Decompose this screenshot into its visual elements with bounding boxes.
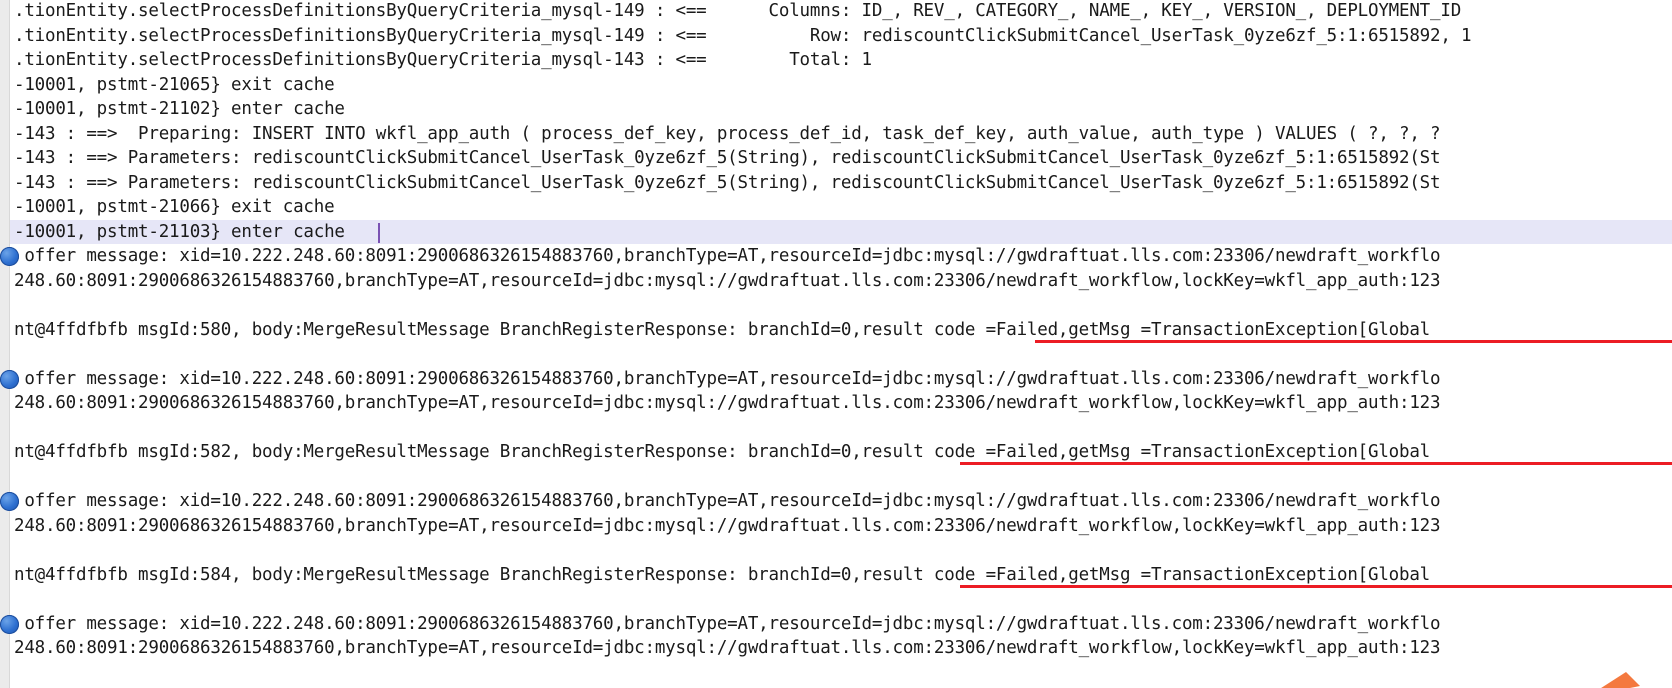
annotation-underline — [960, 584, 1672, 588]
log-line[interactable]: -143 : ==> Parameters: rediscountClickSu… — [0, 146, 1441, 171]
log-line-text: offer message: xid=10.222.248.60:8091:29… — [14, 491, 1441, 511]
log-line[interactable]: .tionEntity.selectProcessDefinitionsByQu… — [0, 48, 872, 73]
log-line-text: offer message: xid=10.222.248.60:8091:29… — [14, 368, 1441, 389]
log-line[interactable]: nt@4ffdfbfb msgId:582, body:MergeResultM… — [0, 440, 1430, 465]
log-line[interactable]: offer message: xid=10.222.248.60:8091:29… — [0, 244, 1440, 269]
log-line[interactable]: -10001, pstmt-21065} exit cache — [0, 73, 335, 98]
log-line[interactable]: 248.60:8091:2900686326154883760,branchTy… — [0, 514, 1441, 539]
log-line[interactable]: 248.60:8091:2900686326154883760,branchTy… — [0, 269, 1441, 294]
log-line-text: 248.60:8091:2900686326154883760,branchTy… — [14, 515, 1441, 536]
log-line[interactable]: 248.60:8091:2900686326154883760,branchTy… — [0, 391, 1441, 416]
log-line[interactable]: -10001, pstmt-21102} enter cache — [0, 97, 345, 122]
log-line-text: nt@4ffdfbfb msgId:584, body:MergeResultM… — [14, 564, 1431, 585]
breakpoint-dot-icon[interactable] — [0, 492, 19, 511]
annotation-underline — [1035, 339, 1672, 343]
log-line-text: 248.60:8091:2900686326154883760,branchTy… — [14, 393, 1441, 413]
log-line[interactable]: offer message: xid=10.222.248.60:8091:29… — [0, 489, 1440, 514]
log-line[interactable]: .tionEntity.selectProcessDefinitionsByQu… — [0, 0, 1461, 24]
log-line-text: offer message: xid=10.222.248.60:8091:29… — [14, 613, 1441, 634]
log-line[interactable]: 248.60:8091:2900686326154883760,branchTy… — [0, 636, 1441, 661]
log-line-text: offer message: xid=10.222.248.60:8091:29… — [14, 246, 1441, 266]
log-line-text: -143 : ==> Parameters: rediscountClickSu… — [14, 148, 1441, 168]
log-line-text: -10001, pstmt-21102} enter cache — [14, 99, 345, 119]
breakpoint-dot-icon[interactable] — [0, 614, 19, 634]
log-line-text: 248.60:8091:2900686326154883760,branchTy… — [14, 270, 1441, 291]
log-line-text: -10001, pstmt-21066} exit cache — [14, 197, 335, 217]
breakpoint-dot-icon[interactable] — [0, 369, 19, 389]
log-line[interactable]: -143 : ==> Preparing: INSERT INTO wkfl_a… — [0, 122, 1441, 147]
log-line-text: -143 : ==> Preparing: INSERT INTO wkfl_a… — [14, 123, 1441, 144]
log-line-text: 248.60:8091:2900686326154883760,branchTy… — [14, 638, 1441, 658]
log-line-text: .tionEntity.selectProcessDefinitionsByQu… — [14, 1, 1462, 21]
log-console[interactable]: .tionEntity.selectProcessDefinitionsByQu… — [0, 0, 1672, 688]
breakpoint-dot-icon[interactable] — [0, 247, 19, 266]
log-line[interactable]: offer message: xid=10.222.248.60:8091:29… — [0, 367, 1440, 392]
log-line-text: .tionEntity.selectProcessDefinitionsByQu… — [14, 50, 872, 70]
log-line[interactable]: .tionEntity.selectProcessDefinitionsByQu… — [0, 24, 1472, 49]
log-line-text: .tionEntity.selectProcessDefinitionsByQu… — [14, 25, 1472, 46]
editor-gutter[interactable] — [0, 0, 10, 688]
text-caret — [378, 222, 380, 243]
log-line[interactable]: nt@4ffdfbfb msgId:584, body:MergeResultM… — [0, 563, 1430, 588]
log-line[interactable]: nt@4ffdfbfb msgId:580, body:MergeResultM… — [0, 318, 1430, 343]
log-line-text: -10001, pstmt-21103} enter cache — [14, 221, 356, 242]
annotation-underline — [960, 462, 1672, 465]
mouse-cursor-icon — [1601, 672, 1640, 688]
log-line-text: nt@4ffdfbfb msgId:580, body:MergeResultM… — [14, 319, 1431, 340]
log-line[interactable]: -10001, pstmt-21066} exit cache — [0, 195, 335, 220]
log-line-text: -10001, pstmt-21065} exit cache — [14, 74, 335, 95]
log-line[interactable]: -10001, pstmt-21103} enter cache — [0, 219, 1672, 244]
log-line-text: -143 : ==> Parameters: rediscountClickSu… — [14, 172, 1441, 193]
log-line[interactable]: -143 : ==> Parameters: rediscountClickSu… — [0, 171, 1441, 196]
log-line-text: nt@4ffdfbfb msgId:582, body:MergeResultM… — [14, 442, 1431, 462]
log-line[interactable]: offer message: xid=10.222.248.60:8091:29… — [0, 612, 1440, 637]
